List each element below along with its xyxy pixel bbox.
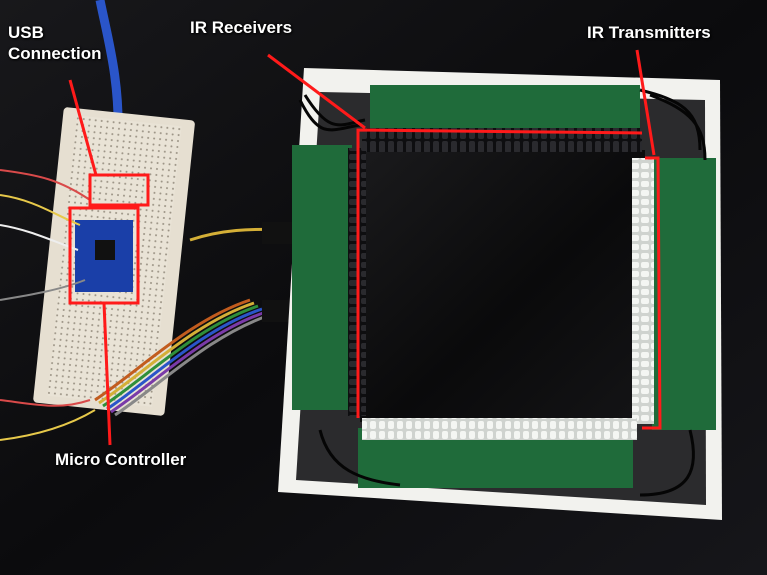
annotated-photo: USB Connection IR Receivers IR Transmitt…: [0, 0, 767, 575]
chip: [95, 240, 115, 260]
usb-label-line2: Connection: [8, 44, 102, 63]
pcb-top: [370, 85, 640, 130]
touch-area: [360, 150, 645, 422]
pcb-left: [292, 145, 352, 410]
usb-label-line1: USB: [8, 23, 44, 42]
usb-connection-label: USB Connection: [8, 22, 102, 64]
pcb-right: [652, 158, 716, 430]
ir-transmitters-label: IR Transmitters: [587, 23, 711, 42]
micro-controller-label: Micro Controller: [55, 450, 187, 469]
ir-transmitters-right: [632, 158, 654, 424]
ir-transmitters-bottom: [362, 418, 637, 440]
ir-touch-frame-photo: [0, 0, 767, 575]
ir-receivers-label: IR Receivers: [190, 18, 293, 37]
